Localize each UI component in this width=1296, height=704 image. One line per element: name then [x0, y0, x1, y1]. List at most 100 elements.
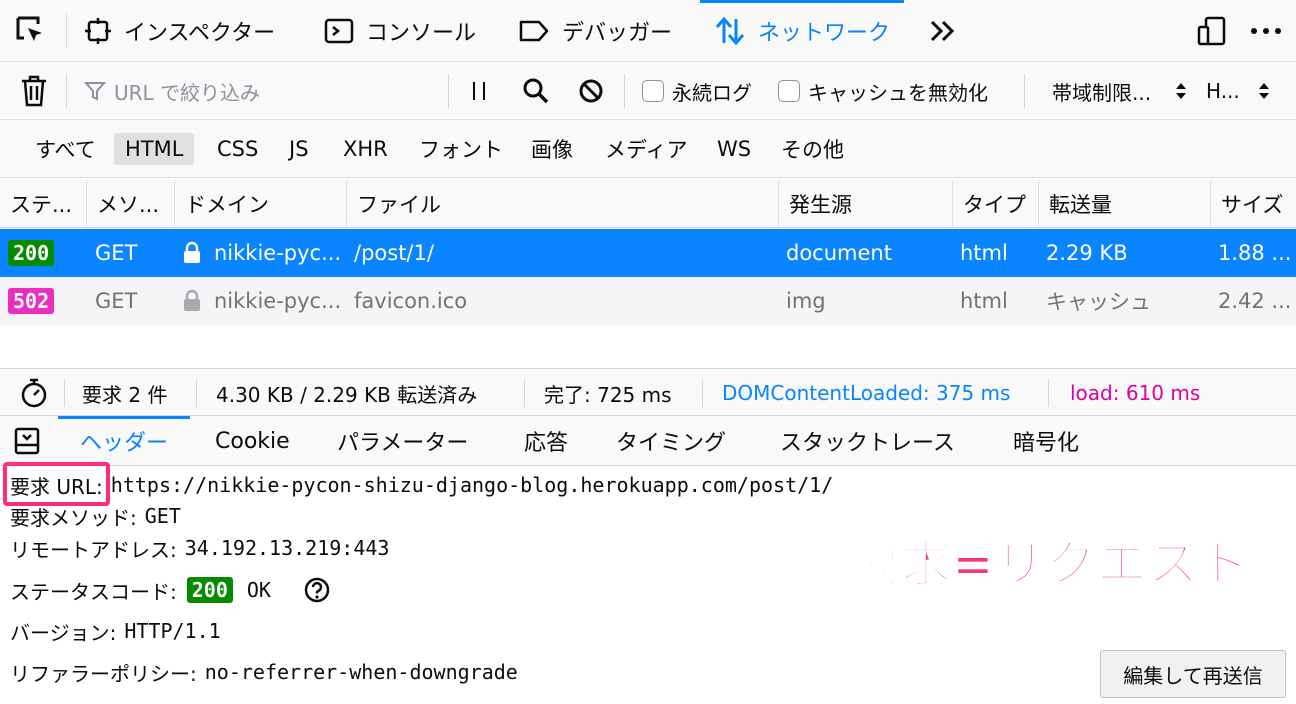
throttle-select[interactable]: 帯域制限... — [1052, 74, 1187, 108]
tab-stack-trace[interactable]: スタックトレース — [780, 416, 955, 466]
performance-button[interactable] — [20, 369, 48, 417]
referrer-policy-row: リファラーポリシー: no-referrer-when-downgrade — [10, 655, 518, 689]
annotation-highlight-box — [3, 462, 110, 506]
debugger-icon — [519, 20, 549, 42]
referrer-policy-value: no-referrer-when-downgrade — [204, 660, 518, 684]
table-row[interactable]: 502 GET nikkie-pyc... favicon.ico img ht… — [0, 277, 1296, 325]
row-type: html — [960, 289, 1008, 313]
network-icon — [715, 16, 745, 46]
responsive-design-icon — [1197, 16, 1226, 46]
more-dots-icon — [1251, 28, 1281, 34]
disable-cache-checkbox[interactable]: キャッシュを無効化 — [778, 74, 988, 108]
picker-icon — [16, 16, 42, 41]
type-filter-ws[interactable]: WS — [706, 133, 762, 165]
remote-address-label: リモートアドレス: — [10, 537, 177, 562]
tab-inspector[interactable]: インスペクター — [84, 0, 275, 62]
tab-response[interactable]: 応答 — [524, 416, 568, 466]
element-picker-button[interactable] — [14, 0, 48, 62]
edit-and-resend-button[interactable]: 編集して再送信 — [1100, 650, 1286, 698]
transferred-summary: 4.30 KB / 2.29 KB 転送済み — [216, 382, 478, 407]
disable-cache-box[interactable] — [778, 80, 800, 102]
row-domain: nikkie-pyc... — [182, 229, 341, 277]
help-button[interactable] — [303, 576, 331, 604]
search-icon — [523, 78, 549, 104]
column-transferred[interactable]: 転送量 — [1038, 180, 1210, 228]
tab-network-label: ネットワーク — [758, 21, 891, 46]
tab-debugger[interactable]: デバッガー — [518, 0, 672, 62]
table-row[interactable]: 200 GET nikkie-pyc... /post/1/ document … — [0, 229, 1296, 277]
request-url-value[interactable]: https://nikkie-pycon-shizu-django-blog.h… — [111, 473, 833, 497]
search-button[interactable] — [522, 74, 550, 108]
har-menu-label: H... — [1206, 79, 1240, 103]
row-file: favicon.ico — [354, 289, 468, 313]
stopwatch-icon — [21, 378, 47, 408]
table-empty-area — [0, 325, 1296, 368]
toggle-sidebar-button[interactable] — [14, 416, 40, 466]
options-menu-button[interactable] — [1250, 0, 1282, 62]
details-tabs: ヘッダー Cookie パラメーター 応答 タイミング スタックトレース 暗号化 — [0, 416, 1296, 466]
row-domain: nikkie-pyc... — [182, 277, 341, 325]
row-transferred: 2.29 KB — [1046, 241, 1128, 265]
type-filter-xhr[interactable]: XHR — [332, 133, 399, 165]
url-filter-input[interactable]: URL で絞り込み — [84, 74, 444, 108]
column-file[interactable]: ファイル — [346, 180, 778, 228]
tab-cookies[interactable]: Cookie — [215, 416, 290, 466]
request-url-row: 要求 URL: https://nikkie-pycon-shizu-djang… — [10, 468, 833, 502]
persist-log-label: 永続ログ — [672, 80, 752, 105]
tab-params[interactable]: パラメーター — [337, 416, 468, 466]
row-size: 2.42 ... — [1218, 289, 1292, 313]
console-icon — [324, 18, 354, 44]
type-filter-images[interactable]: 画像 — [520, 133, 584, 165]
har-menu-select[interactable]: H... — [1206, 74, 1270, 108]
tab-console[interactable]: コンソール — [324, 0, 476, 62]
type-filter-fonts[interactable]: フォント — [408, 133, 514, 165]
remote-address-row: リモートアドレス: 34.192.13.219:443 — [10, 531, 389, 565]
column-status[interactable]: ステ... — [0, 180, 88, 228]
version-value: HTTP/1.1 — [124, 619, 221, 643]
persist-log-box[interactable] — [642, 80, 664, 102]
version-label: バージョン: — [10, 620, 117, 645]
summary-bar: 要求 2 件 4.30 KB / 2.29 KB 転送済み 完了: 725 ms… — [0, 368, 1296, 416]
select-arrows-icon — [1258, 83, 1269, 99]
type-filter-html[interactable]: HTML — [114, 133, 195, 165]
tab-security[interactable]: 暗号化 — [1013, 416, 1079, 466]
row-file: /post/1/ — [354, 241, 434, 265]
remote-address-value: 34.192.13.219:443 — [184, 536, 390, 560]
persist-log-checkbox[interactable]: 永続ログ — [642, 74, 752, 108]
column-domain[interactable]: ドメイン — [174, 180, 346, 228]
row-method: GET — [95, 289, 138, 313]
row-domain-text: nikkie-pyc... — [214, 241, 342, 265]
type-filter-other[interactable]: その他 — [770, 133, 855, 165]
type-filter-js[interactable]: JS — [278, 133, 320, 165]
column-cause[interactable]: 発生源 — [778, 180, 952, 228]
block-button[interactable] — [578, 74, 604, 108]
row-domain-text: nikkie-pyc... — [214, 289, 342, 313]
more-tools-button[interactable] — [928, 0, 958, 62]
type-filter-css[interactable]: CSS — [206, 133, 269, 165]
throttle-value: 帯域制限... — [1052, 80, 1152, 105]
inspector-icon — [85, 18, 111, 44]
chevron-double-right-icon — [930, 20, 955, 42]
lock-icon — [184, 289, 200, 311]
column-type[interactable]: タイプ — [952, 180, 1038, 228]
responsive-mode-button[interactable] — [1196, 0, 1228, 62]
tab-network[interactable]: ネットワーク — [700, 0, 905, 62]
status-badge: 200 — [8, 240, 55, 266]
select-arrows-icon — [1176, 83, 1187, 99]
column-method[interactable]: メソ... — [86, 180, 174, 228]
status-code-row: ステータスコード: 200 OK — [10, 573, 331, 607]
type-filter-media[interactable]: メディア — [594, 133, 699, 165]
devtools-toolbar: インスペクター コンソール デバッガー ネットワーク — [0, 0, 1296, 62]
panel-toggle-icon — [14, 427, 40, 455]
tab-headers[interactable]: ヘッダー — [57, 416, 191, 466]
status-text: OK — [246, 578, 271, 602]
row-cause: img — [786, 289, 826, 313]
type-filter-all[interactable]: すべて — [24, 133, 107, 165]
tab-timings[interactable]: タイミング — [616, 416, 726, 466]
pause-button[interactable] — [468, 74, 490, 108]
clear-button[interactable] — [20, 74, 48, 108]
column-size[interactable]: サイズ — [1210, 180, 1296, 228]
help-icon — [304, 577, 330, 603]
disable-cache-label: キャッシュを無効化 — [808, 80, 988, 105]
referrer-policy-label: リファラーポリシー: — [10, 661, 197, 686]
